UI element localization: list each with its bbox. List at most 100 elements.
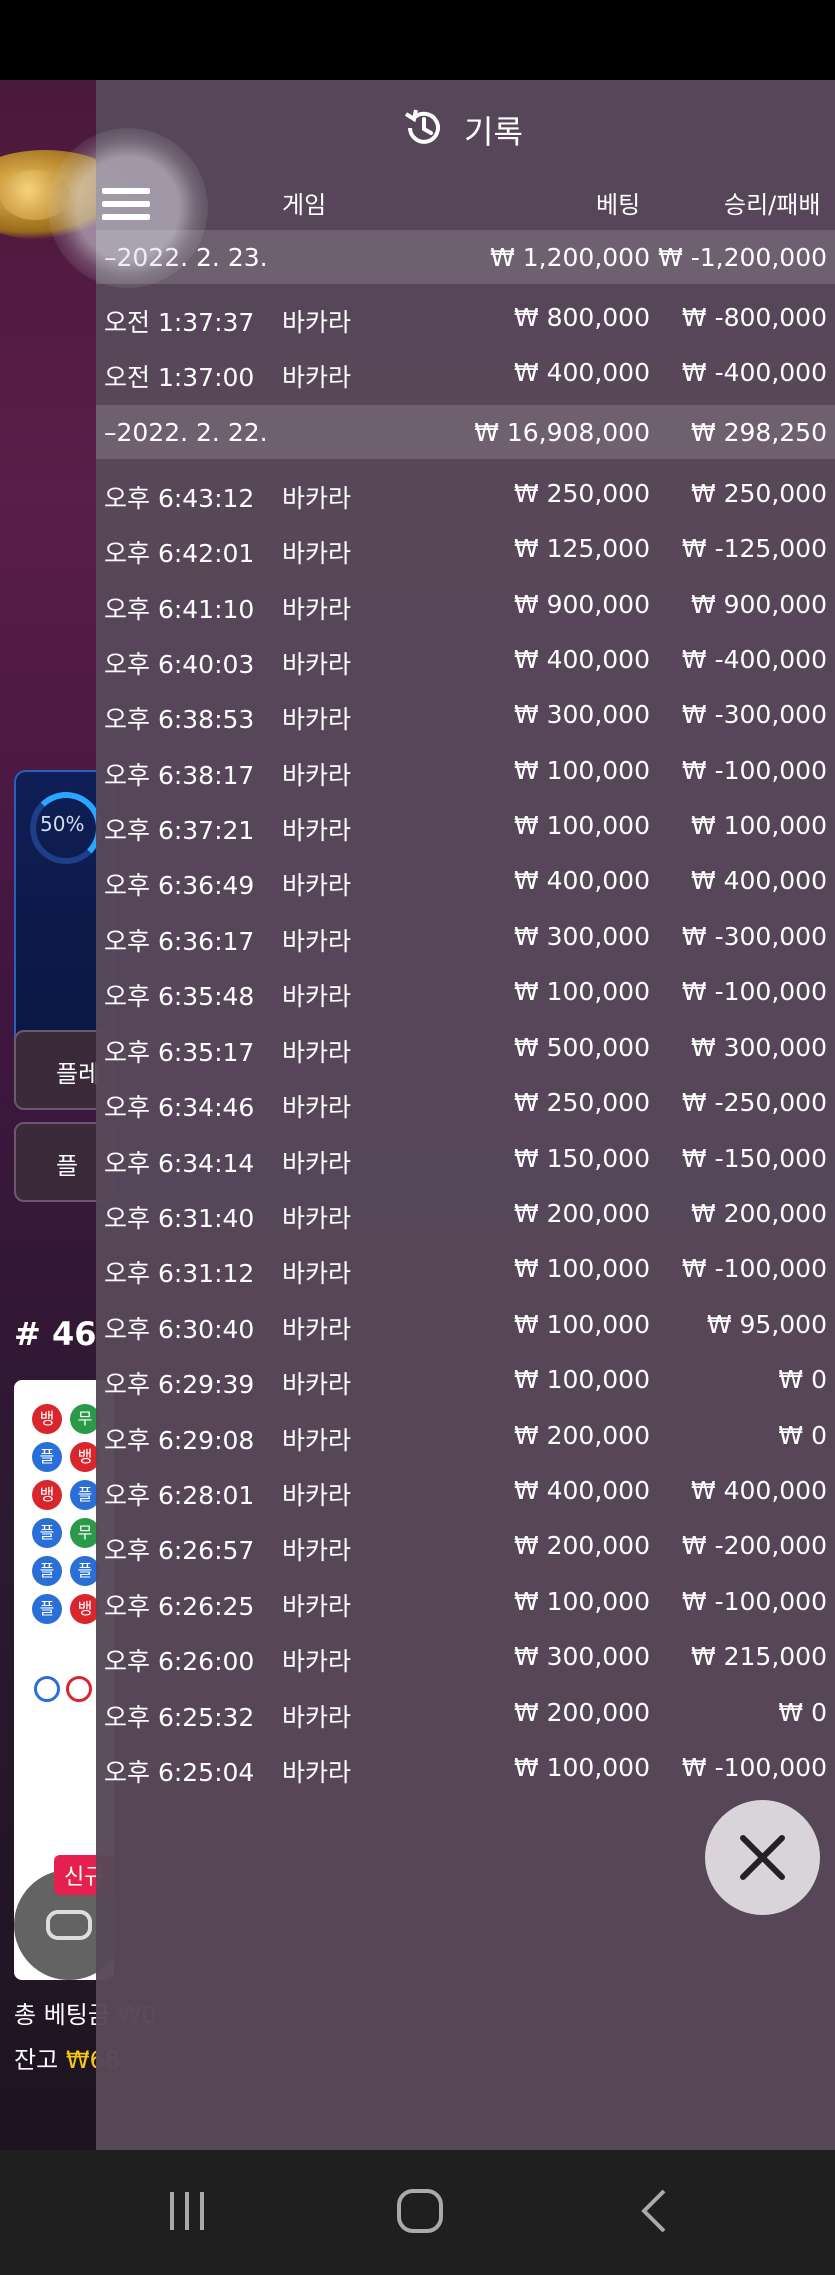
cell-win: ₩ -100,000 [681, 977, 827, 1006]
history-row[interactable]: 오후 6:25:04 바카라 ₩ 100,000 ₩ -100,000 [96, 1740, 835, 1795]
cell-win: ₩ 400,000 [690, 866, 827, 895]
cell-game: 바카라 [282, 1426, 352, 1455]
cell-bet: ₩ 400,000 [513, 1476, 650, 1505]
history-row[interactable]: 오후 6:36:49 바카라 ₩ 400,000 ₩ 400,000 [96, 853, 835, 908]
cell-time: 오후 6:25:04 [104, 1758, 255, 1787]
cell-time: 오후 6:36:49 [104, 871, 255, 900]
cell-bet: ₩ 1,200,000 [490, 243, 650, 272]
cell-win: ₩ 250,000 [690, 479, 827, 508]
history-row[interactable]: 오후 6:26:00 바카라 ₩ 300,000 ₩ 215,000 [96, 1629, 835, 1684]
cell-game: 바카라 [282, 1038, 352, 1067]
cell-time: 오후 6:40:03 [104, 650, 255, 679]
cell-time: 오후 6:36:17 [104, 927, 255, 956]
cell-win: ₩ -100,000 [681, 1254, 827, 1283]
history-row[interactable]: 오후 6:26:25 바카라 ₩ 100,000 ₩ -100,000 [96, 1574, 835, 1629]
cell-time: 오후 6:34:14 [104, 1149, 255, 1178]
history-row[interactable]: 오후 6:35:17 바카라 ₩ 500,000 ₩ 300,000 [96, 1020, 835, 1075]
cell-bet: ₩ 300,000 [513, 700, 650, 729]
cell-win: ₩ -800,000 [681, 303, 827, 332]
balance-label: 잔고 [14, 2046, 59, 2074]
home-icon[interactable] [396, 2186, 444, 2236]
history-row[interactable]: 오후 6:29:39 바카라 ₩ 100,000 ₩ 0 [96, 1352, 835, 1407]
history-row[interactable]: 오후 6:41:10 바카라 ₩ 900,000 ₩ 900,000 [96, 577, 835, 632]
bead: 뱅 [32, 1480, 62, 1510]
system-nav-bar [0, 2150, 835, 2275]
recents-icon[interactable] [166, 2186, 208, 2236]
cell-game: 바카라 [282, 761, 352, 790]
cell-time: 오후 6:31:40 [104, 1204, 255, 1233]
cell-win: ₩ 0 [778, 1421, 827, 1450]
cell-time: 오후 6:34:46 [104, 1093, 255, 1122]
history-row[interactable]: 오후 6:34:46 바카라 ₩ 250,000 ₩ -250,000 [96, 1075, 835, 1130]
back-icon[interactable] [636, 2186, 670, 2236]
side-button-1-label: 플레 [56, 1060, 101, 1088]
cell-win: ₩ -300,000 [681, 700, 827, 729]
history-row[interactable]: 오후 6:38:17 바카라 ₩ 100,000 ₩ -100,000 [96, 743, 835, 798]
history-row[interactable]: 오후 6:37:21 바카라 ₩ 100,000 ₩ 100,000 [96, 798, 835, 853]
history-row[interactable]: 오후 6:42:01 바카라 ₩ 125,000 ₩ -125,000 [96, 521, 835, 576]
cell-game: 바카라 [282, 1093, 352, 1122]
cell-win: ₩ 95,000 [706, 1310, 827, 1339]
big-road-ring [66, 1676, 92, 1702]
history-row[interactable]: 오후 6:36:17 바카라 ₩ 300,000 ₩ -300,000 [96, 909, 835, 964]
side-button-2-label: 플 [56, 1152, 79, 1180]
cell-game: 바카라 [282, 1481, 352, 1510]
cell-game: 바카라 [282, 595, 352, 624]
cell-bet: ₩ 900,000 [513, 590, 650, 619]
cell-time: 오후 6:37:21 [104, 816, 255, 845]
cell-time: 오전 1:37:00 [104, 363, 255, 392]
cell-win: ₩ -1,200,000 [658, 243, 827, 272]
round-number: # 46 [14, 1315, 97, 1353]
bead: 플 [32, 1556, 62, 1586]
cell-game: 바카라 [282, 1536, 352, 1565]
date-group-row[interactable]: –2022. 2. 23.₩ 1,200,000₩ -1,200,000 [96, 230, 835, 284]
cell-win: ₩ 100,000 [690, 811, 827, 840]
history-row[interactable]: 오후 6:28:01 바카라 ₩ 400,000 ₩ 400,000 [96, 1463, 835, 1518]
history-row[interactable]: 오후 6:35:48 바카라 ₩ 100,000 ₩ -100,000 [96, 964, 835, 1019]
history-row[interactable]: 오후 6:29:08 바카라 ₩ 200,000 ₩ 0 [96, 1408, 835, 1463]
cell-win: ₩ -250,000 [681, 1088, 827, 1117]
history-row[interactable]: 오후 6:31:12 바카라 ₩ 100,000 ₩ -100,000 [96, 1241, 835, 1296]
column-header-bet: 베팅 [596, 191, 641, 219]
history-row[interactable]: 오전 1:37:00 바카라 ₩ 400,000 ₩ -400,000 [96, 345, 835, 400]
history-row[interactable]: 오전 1:37:37 바카라 ₩ 800,000 ₩ -800,000 [96, 290, 835, 345]
bead: 플 [32, 1442, 62, 1472]
cell-win: ₩ -400,000 [681, 645, 827, 674]
menu-button[interactable] [48, 128, 208, 288]
cell-bet: ₩ 800,000 [513, 303, 650, 332]
cell-bet: ₩ 125,000 [513, 534, 650, 563]
history-row[interactable]: 오후 6:34:14 바카라 ₩ 150,000 ₩ -150,000 [96, 1131, 835, 1186]
cell-bet: ₩ 250,000 [513, 1088, 650, 1117]
cell-bet: ₩ 200,000 [513, 1421, 650, 1450]
cell-win: ₩ 0 [778, 1365, 827, 1394]
close-icon [740, 1835, 785, 1880]
cell-bet: ₩ 100,000 [513, 811, 650, 840]
cell-bet: ₩ 200,000 [513, 1531, 650, 1560]
history-row[interactable]: 오후 6:38:53 바카라 ₩ 300,000 ₩ -300,000 [96, 687, 835, 742]
cell-bet: ₩ 400,000 [513, 645, 650, 674]
history-row[interactable]: 오후 6:26:57 바카라 ₩ 200,000 ₩ -200,000 [96, 1518, 835, 1573]
cell-win: ₩ 400,000 [690, 1476, 827, 1505]
cell-bet: ₩ 100,000 [513, 1753, 650, 1782]
cell-bet: ₩ 200,000 [513, 1199, 650, 1228]
history-row[interactable]: 오후 6:40:03 바카라 ₩ 400,000 ₩ -400,000 [96, 632, 835, 687]
cell-time: 오후 6:35:17 [104, 1038, 255, 1067]
gauge-percent: 50% [40, 812, 85, 836]
cell-game: 바카라 [282, 1647, 352, 1676]
bead: 플 [32, 1594, 62, 1624]
cell-game: 바카라 [282, 539, 352, 568]
cell-game: 바카라 [282, 871, 352, 900]
history-row[interactable]: 오후 6:30:40 바카라 ₩ 100,000 ₩ 95,000 [96, 1297, 835, 1352]
cell-game: 바카라 [282, 1259, 352, 1288]
history-row[interactable]: 오후 6:31:40 바카라 ₩ 200,000 ₩ 200,000 [96, 1186, 835, 1241]
cell-time: 오후 6:35:48 [104, 982, 255, 1011]
cell-game: 바카라 [282, 650, 352, 679]
history-row[interactable]: 오후 6:43:12 바카라 ₩ 250,000 ₩ 250,000 [96, 466, 835, 521]
cell-win: ₩ 900,000 [690, 590, 827, 619]
date-group-row[interactable]: –2022. 2. 22. ₩ 16,908,000 ₩ 298,250 [96, 405, 835, 459]
cell-win: ₩ -400,000 [681, 358, 827, 387]
close-button[interactable] [705, 1800, 820, 1915]
history-row[interactable]: 오후 6:25:32 바카라 ₩ 200,000 ₩ 0 [96, 1685, 835, 1740]
cell-win: ₩ -100,000 [681, 756, 827, 785]
cell-bet: ₩ 100,000 [513, 1254, 650, 1283]
